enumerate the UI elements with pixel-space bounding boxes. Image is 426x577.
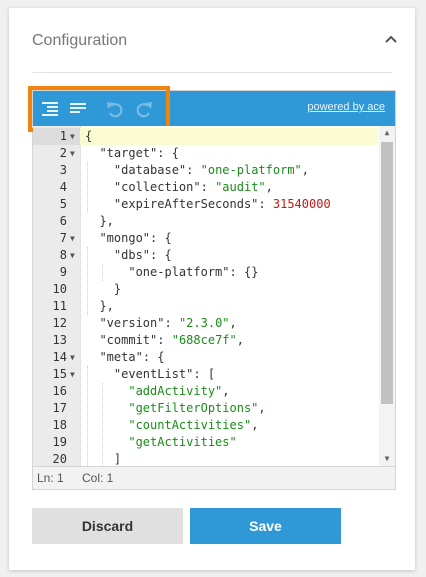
code-line[interactable]: 4 "collection": "audit", [33,179,378,196]
code-text: "meta": { [99,350,165,364]
code-text: "dbs": { [113,248,172,262]
line-number: 2 [59,146,67,160]
code-text: ] [85,452,122,466]
code-text: "database": "one-platform", [113,163,310,177]
save-button[interactable]: Save [190,508,341,544]
vertical-scrollbar[interactable]: ▲ ▼ [379,126,395,466]
cursor-line: Ln: 1 [37,471,64,485]
line-number: 4 [59,180,67,194]
fold-toggle-icon[interactable]: ▼ [70,366,75,383]
line-number: 18 [52,418,67,432]
code-line[interactable]: 2 ▼ "target": { [33,145,378,162]
line-number: 14 [52,350,67,364]
indent-guide [87,162,89,213]
code-line[interactable]: 18 "countActivities", [33,417,378,434]
code-text: "collection": "audit", [113,180,273,194]
code-line[interactable]: 17 "getFilterOptions", [33,400,378,417]
code-text: "target": { [99,146,179,160]
fold-toggle-icon[interactable]: ▼ [70,128,75,145]
cursor-column: Col: 1 [82,471,114,485]
code-line[interactable]: 19 "getActivities" [33,434,378,451]
code-line[interactable]: 6 }, [33,213,378,230]
indent-guide [101,264,103,281]
code-text: }, [85,214,114,228]
line-number: 5 [59,197,67,211]
line-number: 15 [52,367,67,381]
code-line[interactable]: 16 "addActivity", [33,383,378,400]
card-title: Configuration [32,32,128,49]
scroll-thumb[interactable] [381,142,393,404]
code-text: { [85,129,93,143]
fold-toggle-icon[interactable]: ▼ [70,145,75,162]
fold-toggle-icon[interactable]: ▼ [70,230,75,247]
code-text: "one-platform": {} [128,265,259,279]
code-line[interactable]: 5 "expireAfterSeconds": 31540000 [33,196,378,213]
configuration-card: Configuration powered by ace 1 ▼ {2 ▼ "… [9,8,415,570]
code-text: "getActivities" [128,435,237,449]
fold-toggle-icon[interactable]: ▼ [70,349,75,366]
code-line[interactable]: 3 "database": "one-platform", [33,162,378,179]
code-text: "countActivities", [128,418,259,432]
line-number: 20 [52,452,67,466]
code-line[interactable]: 11 }, [33,298,378,315]
line-number: 8 [59,248,67,262]
indent-guide [87,366,89,466]
line-number: 11 [52,299,67,313]
code-line[interactable]: 12 "version": "2.3.0", [33,315,378,332]
code-text: "commit": "688ce7f", [99,333,244,347]
powered-by-ace-link[interactable]: powered by ace [307,101,385,113]
indent-guide [87,247,89,315]
chevron-up-icon[interactable] [385,34,397,44]
code-text: "version": "2.3.0", [99,316,237,330]
scroll-down-icon[interactable]: ▼ [379,452,395,466]
editor-statusbar: Ln: 1 Col: 1 [33,466,395,489]
fold-toggle-icon[interactable]: ▼ [70,247,75,264]
line-number: 17 [52,401,67,415]
code-line[interactable]: 14 ▼ "meta": { [33,349,378,366]
indent-guide [101,383,103,466]
scroll-up-icon[interactable]: ▲ [379,126,395,140]
code-line[interactable]: 1 ▼{ [33,128,378,145]
line-number: 12 [52,316,67,330]
code-text: "getFilterOptions", [128,401,266,415]
code-text: "expireAfterSeconds": 31540000 [113,197,331,211]
line-number: 9 [59,265,67,279]
code-text: }, [85,299,114,313]
line-number: 6 [59,214,67,228]
line-number: 7 [59,231,67,245]
code-line[interactable]: 8 ▼ "dbs": { [33,247,378,264]
code-line[interactable]: 15 ▼ "eventList": [ [33,366,378,383]
code-text: } [85,282,122,296]
code-line[interactable]: 20 ] [33,451,378,466]
json-editor: powered by ace 1 ▼{2 ▼ "target": {3 "datab… [28,86,396,490]
code-line[interactable]: 10 } [33,281,378,298]
code-line[interactable]: 9 "one-platform": {} [33,264,378,281]
line-number: 19 [52,435,67,449]
line-number: 16 [52,384,67,398]
line-number: 13 [52,333,67,347]
discard-button[interactable]: Discard [32,508,183,544]
code-text: "addActivity", [128,384,230,398]
line-number: 3 [59,163,67,177]
divider [32,72,392,73]
code-line[interactable]: 13 "commit": "688ce7f", [33,332,378,349]
code-text: "mongo": { [99,231,172,245]
code-text: "eventList": [ [113,367,216,381]
code-line[interactable]: 7 ▼ "mongo": { [33,230,378,247]
line-number: 10 [52,282,67,296]
code-area[interactable]: 1 ▼{2 ▼ "target": {3 "database": "one-plat… [33,126,395,466]
